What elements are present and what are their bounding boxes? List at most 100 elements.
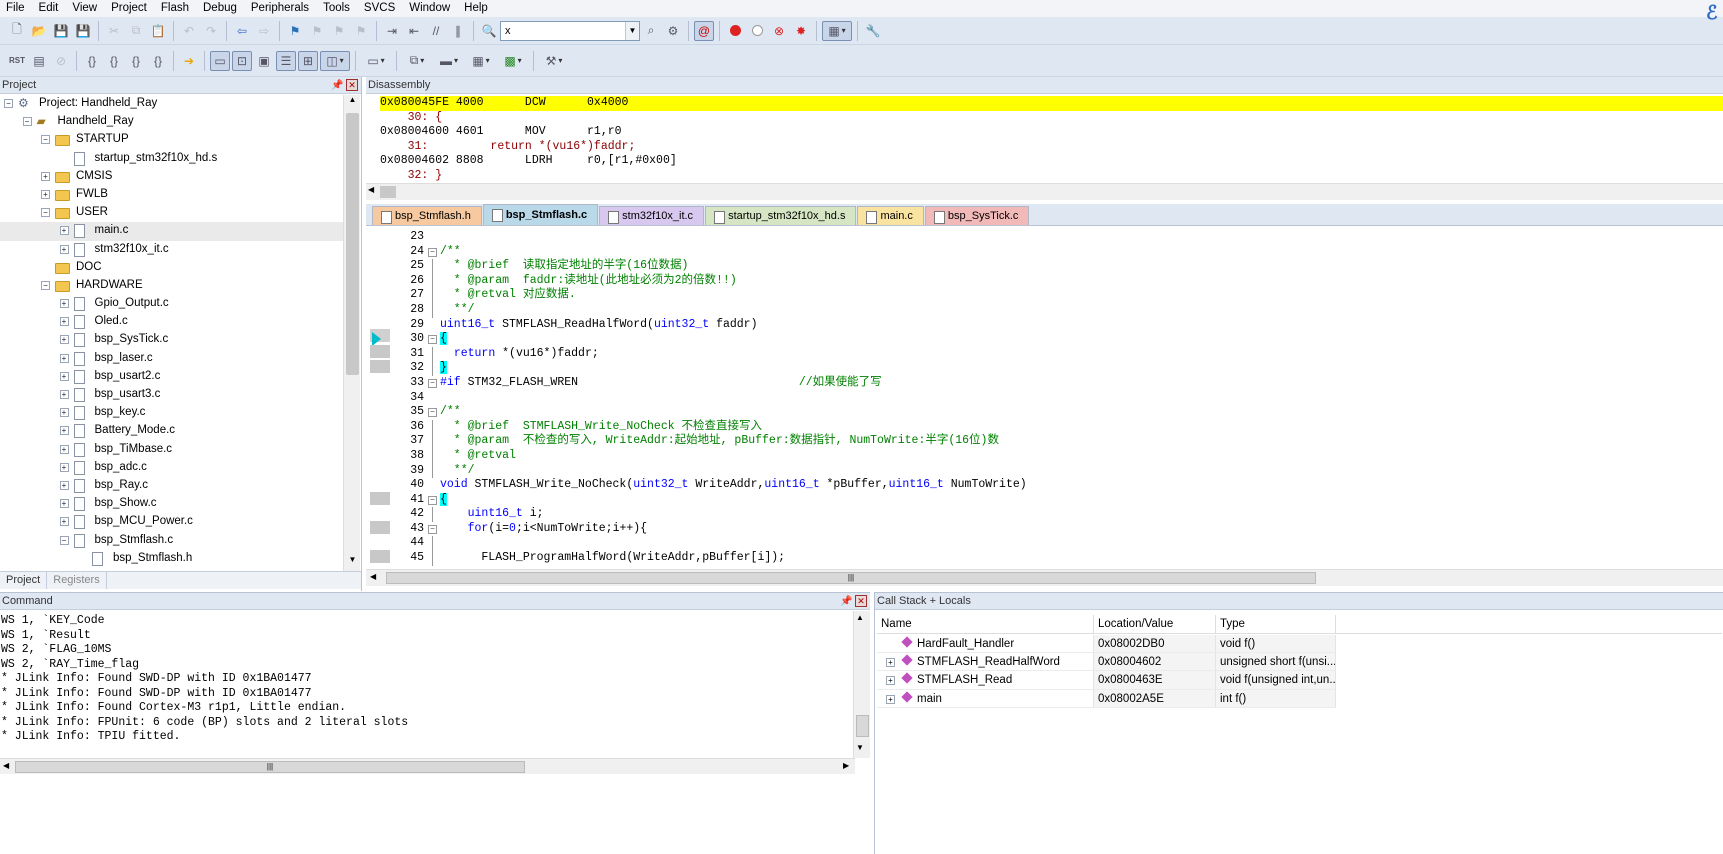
symbols-window-icon[interactable]: ▣ bbox=[254, 51, 274, 71]
configure-icon[interactable]: ⚙ bbox=[663, 21, 683, 41]
expand-icon[interactable]: + bbox=[59, 390, 69, 399]
code-editor[interactable]: 23 24−/** 25 * @brief 读取指定地址的半字(16位数据) 26 *… bbox=[366, 226, 1723, 569]
menu-peripherals[interactable]: Peripherals bbox=[244, 0, 316, 17]
prev-bookmark-icon[interactable]: ⚑ bbox=[307, 21, 327, 41]
expand-icon[interactable]: + bbox=[59, 499, 69, 509]
tree-item[interactable]: + Battery_Mode.c bbox=[0, 422, 343, 440]
collapse-icon[interactable]: − bbox=[41, 135, 50, 145]
expand-icon[interactable]: + bbox=[59, 317, 69, 327]
undo-icon[interactable]: ↶ bbox=[179, 21, 199, 41]
tree-item[interactable]: + bsp_adc.c bbox=[0, 459, 343, 477]
code-line[interactable]: 38 * @retval bbox=[392, 448, 1722, 464]
incremental-find-icon[interactable]: ⌕ bbox=[641, 21, 661, 41]
tree-item[interactable]: + bsp_SysTick.c bbox=[0, 331, 343, 349]
tree-item[interactable]: + stm32f10x_it.c bbox=[0, 241, 343, 259]
scroll-down-icon[interactable]: ▼ bbox=[856, 743, 864, 752]
column-location[interactable]: Location/Value bbox=[1094, 615, 1216, 633]
tree-item[interactable]: − bsp_Stmflash.c bbox=[0, 532, 343, 550]
expand-icon[interactable]: + bbox=[41, 189, 50, 199]
menu-help[interactable]: Help bbox=[457, 0, 495, 17]
redo-icon[interactable]: ↷ bbox=[201, 21, 221, 41]
code-line[interactable]: 42 uint16_t i; bbox=[392, 507, 1722, 522]
run-to-cursor-icon[interactable]: {} bbox=[148, 51, 168, 71]
tab-project[interactable]: Project bbox=[0, 572, 48, 589]
code-line[interactable]: 33− #if STM32_FLASH_WREN //如果使能了写 bbox=[392, 376, 1722, 391]
menu-window[interactable]: Window bbox=[402, 0, 457, 17]
pin-icon[interactable]: 📌 bbox=[840, 593, 852, 610]
tab-main-c[interactable]: main.c bbox=[857, 206, 924, 225]
expand-icon[interactable]: + bbox=[886, 694, 895, 704]
column-type[interactable]: Type bbox=[1216, 615, 1336, 633]
code-line[interactable]: 27 * @retval 对应数据. bbox=[392, 288, 1722, 303]
registers-window-icon[interactable]: ☰ bbox=[276, 50, 296, 71]
unindent-icon[interactable]: ⇤ bbox=[404, 21, 424, 41]
reset-icon[interactable]: RST bbox=[7, 51, 27, 71]
tree-item[interactable]: + Oled.c bbox=[0, 313, 343, 331]
scroll-up-icon[interactable]: ▲ bbox=[346, 95, 359, 109]
expand-icon[interactable]: + bbox=[59, 444, 69, 454]
scrollbar-thumb[interactable] bbox=[346, 113, 359, 375]
expand-icon[interactable]: + bbox=[59, 426, 69, 436]
code-line[interactable]: 45 FLASH_ProgramHalfWord(WriteAddr,pBuff… bbox=[392, 551, 1722, 566]
menu-view[interactable]: View bbox=[65, 0, 104, 17]
tree-item[interactable]: + bsp_key.c bbox=[0, 404, 343, 422]
disassembly-lines[interactable]: 0x080045FE 4000 DCW 0x4000 30: {0x080046… bbox=[380, 96, 1723, 182]
uncomment-icon[interactable]: ∥ bbox=[448, 21, 468, 41]
expand-icon[interactable]: + bbox=[59, 353, 69, 363]
disassembly-line[interactable]: 31: return *(vu16*)faddr; bbox=[380, 140, 1723, 155]
tree-item[interactable]: + main.c bbox=[0, 222, 343, 241]
code-line[interactable]: 31 return *(vu16*)faddr; bbox=[392, 346, 1722, 362]
save-all-icon[interactable]: 💾 bbox=[73, 21, 93, 41]
analysis-window-icon[interactable]: ▬ bbox=[434, 51, 464, 71]
tree-item[interactable]: + CMSIS bbox=[0, 168, 343, 186]
code-line[interactable]: 40 void STMFLASH_Write_NoCheck(uint32_t W… bbox=[392, 478, 1722, 493]
trace-window-icon[interactable]: ▦ bbox=[466, 51, 496, 71]
menu-edit[interactable]: Edit bbox=[32, 0, 66, 17]
tree-item[interactable]: + bsp_Ray.c bbox=[0, 477, 343, 495]
disassembly-window-icon[interactable]: ⊡ bbox=[232, 50, 252, 71]
code-line[interactable]: 23 bbox=[392, 230, 1722, 245]
new-file-icon[interactable]: 🗋 bbox=[7, 21, 27, 41]
show-next-statement-icon[interactable]: ➔ bbox=[179, 51, 199, 71]
code-line[interactable]: 30−{ bbox=[392, 332, 1722, 347]
scrollbar-thumb[interactable] bbox=[380, 186, 396, 198]
enable-breakpoint-icon[interactable] bbox=[747, 21, 767, 41]
code-line[interactable]: 29 uint16_t STMFLASH_ReadHalfWord(uint32_… bbox=[392, 318, 1722, 333]
step-over-icon[interactable]: {} bbox=[104, 51, 124, 71]
disassembly-line[interactable]: 30: { bbox=[380, 111, 1723, 126]
tab-registers[interactable]: Registers bbox=[47, 572, 107, 589]
scroll-left-icon[interactable]: ◀ bbox=[3, 761, 9, 770]
tab-startup-stm32f10x-hd-s[interactable]: startup_stm32f10x_hd.s bbox=[705, 206, 857, 225]
tree-item[interactable]: + bsp_usart3.c bbox=[0, 386, 343, 404]
open-file-icon[interactable]: 📂 bbox=[29, 21, 49, 41]
scrollbar-thumb[interactable]: ||| bbox=[15, 761, 525, 773]
tree-item[interactable]: DOC bbox=[0, 259, 343, 277]
code-line[interactable]: 26 * @param faddr:读地址(此地址必须为2的倍数!!) bbox=[392, 273, 1722, 289]
menu-debug[interactable]: Debug bbox=[196, 0, 244, 17]
memory-window-icon[interactable]: ▭ bbox=[361, 51, 391, 71]
collapse-icon[interactable]: − bbox=[59, 535, 69, 545]
navigate-forward-icon[interactable]: ⇨ bbox=[254, 21, 274, 41]
clear-bookmarks-icon[interactable]: ⚑ bbox=[351, 21, 371, 41]
fold-toggle-icon[interactable]: − bbox=[428, 524, 437, 534]
chevron-down-icon[interactable]: ▼ bbox=[625, 21, 639, 40]
fold-toggle-icon[interactable]: − bbox=[428, 378, 437, 388]
editor-lines[interactable]: 23 24−/** 25 * @brief 读取指定地址的半字(16位数据) 26 *… bbox=[392, 230, 1722, 570]
run-icon[interactable]: ▤ bbox=[29, 51, 49, 71]
column-name[interactable]: Name bbox=[877, 615, 1094, 633]
callstack-row[interactable]: + STMFLASH_ReadHalfWord 0x08004602 unsigned… bbox=[877, 653, 1722, 672]
tree-item[interactable]: − ▰ Handheld_Ray bbox=[0, 113, 343, 131]
expand-icon[interactable]: + bbox=[886, 658, 895, 668]
fold-toggle-icon[interactable]: − bbox=[428, 247, 437, 257]
expand-icon[interactable]: + bbox=[59, 408, 69, 418]
disassembly-line[interactable]: 0x08004600 4601 MOV r1,r0 bbox=[380, 125, 1723, 140]
code-line[interactable]: 28 **/ bbox=[392, 302, 1722, 318]
tree-item[interactable]: + bsp_TiMbase.c bbox=[0, 441, 343, 459]
tree-item[interactable]: − HARDWARE bbox=[0, 277, 343, 295]
step-out-icon[interactable]: {} bbox=[126, 51, 146, 71]
close-icon[interactable]: ✕ bbox=[346, 79, 358, 91]
pin-icon[interactable]: 📌 bbox=[331, 77, 343, 94]
callstack-row[interactable]: HardFault_Handler 0x08002DB0 void f() bbox=[877, 635, 1722, 654]
scroll-left-icon[interactable]: ◀ bbox=[368, 185, 374, 194]
editor-gutter[interactable] bbox=[368, 228, 390, 568]
